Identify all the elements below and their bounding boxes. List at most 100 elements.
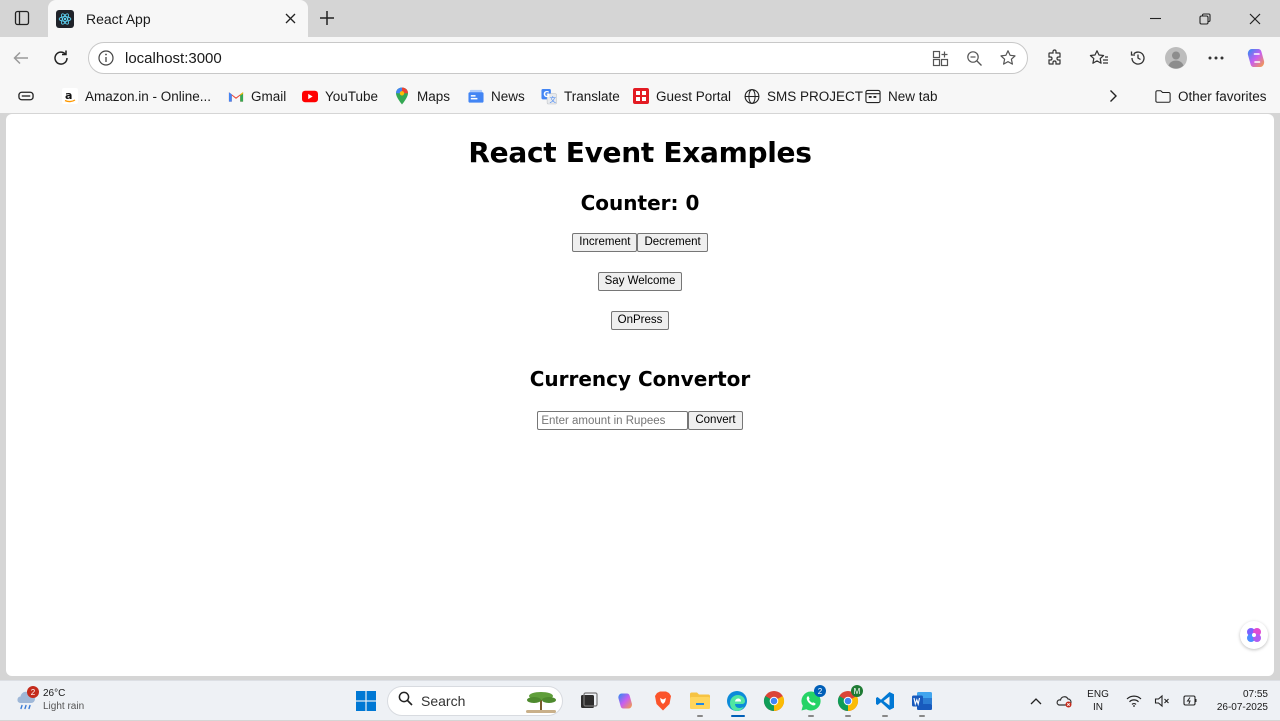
weather-condition: Light rain (43, 701, 85, 712)
search-icon (398, 691, 413, 711)
svg-text:a: a (65, 89, 72, 102)
whatsapp-icon[interactable]: 2 (795, 685, 827, 717)
whatsapp-badge: 2 (814, 685, 826, 697)
increment-button[interactable]: Increment (572, 233, 638, 252)
favorite-maps[interactable]: Maps (394, 86, 450, 106)
more-options-icon[interactable] (1201, 44, 1231, 72)
active-app-indicator (731, 715, 745, 717)
clock-date: 26-07-2025 (1216, 702, 1268, 713)
youtube-icon (302, 88, 318, 104)
refresh-icon[interactable] (46, 44, 76, 72)
tab-actions-icon[interactable] (9, 7, 35, 29)
favorite-translate[interactable]: G文 Translate (541, 86, 620, 106)
back-arrow-icon[interactable] (6, 44, 36, 72)
chevron-up-icon[interactable] (1025, 690, 1047, 712)
say-welcome-button[interactable]: Say Welcome (597, 272, 683, 291)
globe-icon (744, 88, 760, 104)
other-favorites[interactable]: Other favorites (1155, 86, 1267, 106)
clock[interactable]: 07:55 26-07-2025 (1217, 688, 1268, 714)
favorite-new-tab[interactable]: New tab (865, 86, 938, 106)
react-icon (56, 9, 74, 28)
svg-text:文: 文 (549, 95, 556, 104)
browser-toolbar: localhost:3000 (0, 37, 1280, 79)
clock-time: 07:55 (1242, 689, 1268, 700)
restore-icon[interactable] (1180, 0, 1230, 37)
chrome-browser-icon[interactable] (758, 685, 790, 717)
file-explorer-icon[interactable] (684, 685, 716, 717)
battery-charging-icon[interactable] (1179, 690, 1201, 712)
page-title: React Event Examples (468, 136, 812, 169)
extensions-icon[interactable] (1040, 44, 1070, 72)
chevron-right-icon[interactable] (1108, 86, 1118, 106)
copilot-icon[interactable] (1242, 44, 1272, 72)
taskbar-search[interactable]: Search (387, 686, 563, 716)
counter-controls: Increment Decrement (6, 233, 1274, 252)
favorite-sms-project[interactable]: SMS PROJECT (744, 86, 863, 106)
favorite-guest-portal[interactable]: Guest Portal (633, 86, 731, 106)
convert-button[interactable]: Convert (688, 411, 743, 430)
profile-avatar-icon[interactable] (1161, 44, 1191, 72)
amount-input[interactable] (537, 411, 689, 430)
minimize-icon[interactable] (1130, 0, 1180, 37)
tab-title: React App (86, 10, 151, 27)
site-info-icon[interactable] (97, 49, 115, 67)
system-tray: ENG IN 07:55 26-07-2025 (1025, 681, 1280, 721)
currency-form: Convert (6, 411, 1274, 430)
collections-icon[interactable] (18, 86, 34, 106)
language-indicator[interactable]: ENG IN (1087, 688, 1109, 714)
url-text[interactable]: localhost:3000 (125, 50, 222, 67)
react-app-root: React Event Examples Counter: 0 Incremen… (6, 136, 1274, 430)
windows-start-icon[interactable] (350, 685, 382, 717)
browser-tab[interactable]: React App (48, 0, 308, 37)
close-tab-icon[interactable] (280, 9, 300, 29)
address-bar[interactable]: localhost:3000 (88, 42, 1028, 74)
favorite-amazon[interactable]: a Amazon.in - Online... (62, 86, 211, 106)
new-tab-button[interactable] (314, 6, 340, 30)
title-bar: React App (0, 0, 1280, 37)
weather-widget[interactable]: 2 26°C Light rain (14, 686, 85, 713)
favorite-youtube[interactable]: YouTube (302, 86, 378, 106)
copilot-app-icon[interactable] (610, 685, 642, 717)
vscode-icon[interactable] (869, 685, 901, 717)
running-indicator (919, 715, 925, 717)
chrome-profile-badge: M (851, 685, 863, 697)
amazon-icon: a (62, 88, 78, 104)
welcome-row: Say Welcome (6, 272, 1274, 291)
window-controls (1130, 0, 1280, 37)
edge-browser-icon[interactable] (721, 685, 753, 717)
history-icon[interactable] (1123, 44, 1153, 72)
running-indicator (697, 715, 703, 717)
floating-assistant-icon[interactable] (1240, 621, 1268, 649)
word-icon[interactable] (906, 685, 938, 717)
maps-icon (394, 87, 410, 105)
favorite-news[interactable]: News (468, 86, 525, 106)
search-label: Search (421, 693, 466, 709)
chrome-profile-icon[interactable]: M (832, 685, 864, 717)
decrement-button[interactable]: Decrement (637, 233, 708, 252)
volume-muted-icon[interactable] (1151, 690, 1173, 712)
favorite-star-icon[interactable] (995, 46, 1021, 70)
counter-label: Counter: 0 (580, 191, 700, 215)
close-window-icon[interactable] (1230, 0, 1280, 37)
running-indicator (845, 715, 851, 717)
wifi-icon[interactable] (1123, 690, 1145, 712)
onpress-button[interactable]: OnPress (610, 311, 670, 330)
zoom-out-icon[interactable] (961, 46, 987, 70)
favorite-gmail[interactable]: Gmail (228, 86, 286, 106)
app-available-icon[interactable] (927, 46, 953, 70)
currency-convertor-title: Currency Convertor (529, 367, 751, 391)
favorites-bar: a Amazon.in - Online... Gmail YouTube Ma… (0, 79, 1280, 113)
news-icon (468, 88, 484, 104)
guest-portal-icon (633, 88, 649, 104)
search-highlight-icon (522, 688, 560, 714)
onedrive-icon[interactable] (1053, 690, 1075, 712)
brave-browser-icon[interactable] (647, 685, 679, 717)
windows-taskbar: 2 26°C Light rain Search 2 M ENG IN 07:5… (0, 680, 1280, 720)
favorites-icon[interactable] (1084, 44, 1114, 72)
weather-temperature: 26°C (43, 688, 66, 699)
taskbar-apps: Search 2 M (350, 685, 943, 717)
task-view-icon[interactable] (573, 685, 605, 717)
translate-icon: G文 (541, 88, 557, 104)
onpress-row: OnPress (6, 311, 1274, 330)
gmail-icon (228, 88, 244, 104)
